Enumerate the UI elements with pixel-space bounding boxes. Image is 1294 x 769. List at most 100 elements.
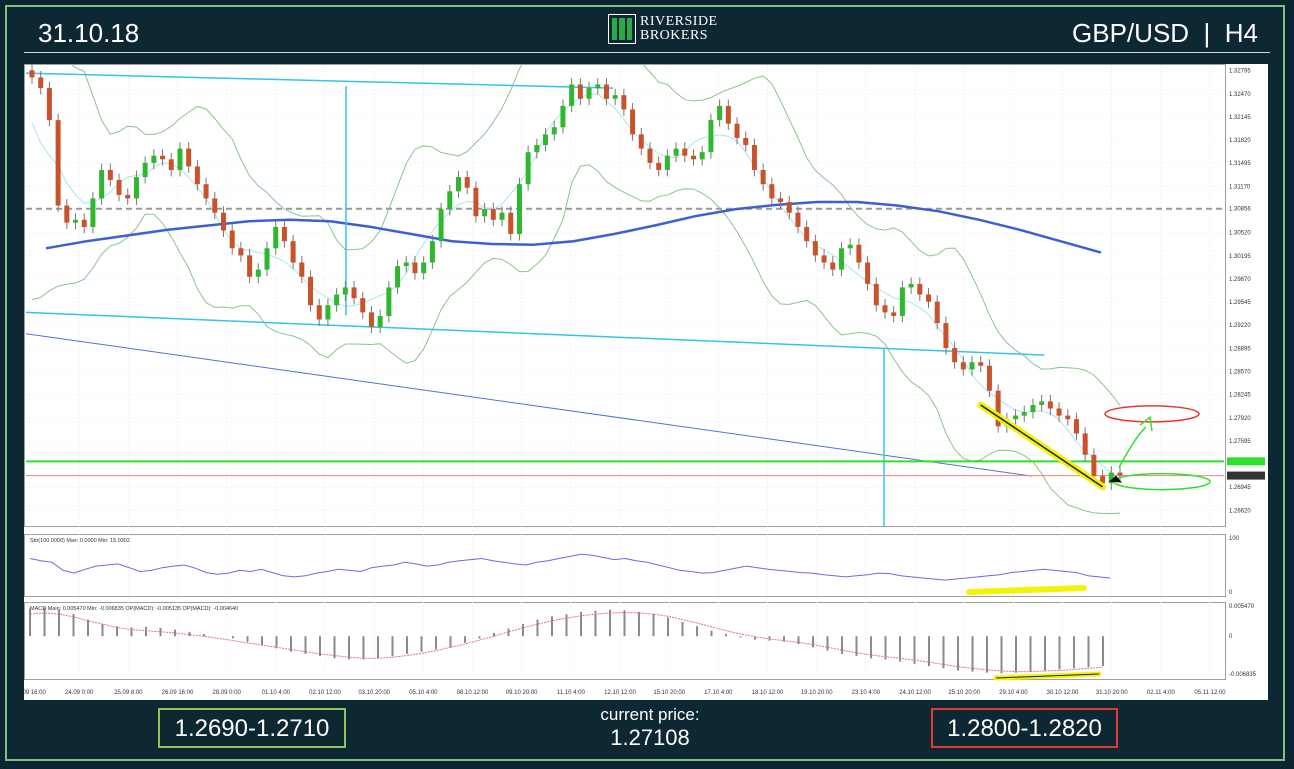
candle-body bbox=[142, 162, 148, 178]
chart-panel: 20.09 16:00 24.09 0:00 25.09 8:00 26.09 16:… bbox=[24, 64, 1268, 700]
candle-body bbox=[1047, 401, 1053, 409]
x-tick-label: 15.10 20:00 bbox=[653, 690, 685, 696]
candle-body bbox=[81, 219, 87, 227]
forecast-arrowhead bbox=[1139, 415, 1153, 432]
x-tick-label: 09.10 20:00 bbox=[506, 690, 538, 696]
candle-body bbox=[499, 212, 505, 220]
candle-body bbox=[351, 287, 357, 299]
candle-body bbox=[395, 266, 401, 288]
candle-body bbox=[612, 95, 618, 99]
candle-body bbox=[508, 212, 514, 235]
candle-body bbox=[838, 248, 844, 270]
logo-text: RIVERSIDE BROKERS bbox=[640, 15, 718, 43]
long-trendline bbox=[25, 333, 1033, 477]
candle-body bbox=[368, 312, 374, 327]
candle-body bbox=[908, 283, 914, 288]
candle-body bbox=[273, 226, 279, 249]
x-tick-label: 25.09 8:00 bbox=[114, 690, 143, 696]
candle-body bbox=[264, 248, 270, 270]
candle-body bbox=[664, 155, 670, 170]
candle-body bbox=[725, 105, 731, 124]
candle-body bbox=[760, 169, 766, 185]
candle-body bbox=[194, 166, 200, 185]
candle-body bbox=[125, 194, 131, 199]
x-tick-label: 29.10 4:00 bbox=[999, 690, 1028, 696]
candle-body bbox=[212, 198, 218, 213]
candle-body bbox=[281, 226, 287, 242]
x-tick-label: 18.10 12:00 bbox=[752, 690, 784, 696]
stochastic-highlight bbox=[966, 585, 1087, 595]
x-tick-label: 23.10 4:00 bbox=[852, 690, 881, 696]
candle-body bbox=[647, 148, 653, 163]
x-tick-label: 26.09 16:00 bbox=[162, 690, 194, 696]
candle-body bbox=[46, 88, 52, 121]
price-tick-label: 1.28245 bbox=[1229, 393, 1251, 399]
price-tick-label: 1.31170 bbox=[1229, 184, 1251, 190]
candle-body bbox=[55, 120, 61, 206]
candle-body bbox=[403, 262, 409, 267]
logo-line-2: BROKERS bbox=[640, 28, 709, 43]
x-tick-label: 02.11 4:00 bbox=[1147, 690, 1176, 696]
candle-body bbox=[804, 226, 810, 242]
channel-upper-line bbox=[25, 72, 614, 89]
candle-body bbox=[1030, 404, 1036, 413]
candle-body bbox=[1117, 472, 1123, 476]
candle-body bbox=[865, 262, 871, 284]
candle-body bbox=[595, 84, 601, 89]
candle-body bbox=[516, 184, 522, 235]
candle-body bbox=[899, 287, 905, 316]
macd-header: MACD Main: 0.005470 Min: -0.006835 OP(MA… bbox=[30, 606, 238, 612]
candle-body bbox=[769, 184, 775, 199]
price-tick-label: 1.27595 bbox=[1229, 439, 1251, 445]
candle-body bbox=[203, 184, 209, 199]
candle-body bbox=[830, 262, 836, 270]
candle-body bbox=[168, 159, 174, 170]
main-panel-border bbox=[24, 64, 1226, 527]
candle-body bbox=[630, 109, 636, 135]
candle-body bbox=[960, 362, 966, 370]
x-tick-label: 24.09 0:00 bbox=[65, 690, 94, 696]
price-tick-label: 1.28570 bbox=[1229, 369, 1251, 375]
price-tick-label: 1.28895 bbox=[1229, 346, 1251, 352]
candle-body bbox=[490, 209, 496, 220]
candle-body bbox=[73, 219, 79, 223]
candle-body bbox=[447, 191, 453, 210]
slow-ma-line bbox=[45, 200, 1102, 254]
x-tick-label: 01.10 4:00 bbox=[262, 690, 291, 696]
x-tick-label: 17.10 4:00 bbox=[704, 690, 733, 696]
current-price-value: 1.27108 bbox=[610, 725, 690, 750]
x-tick-label: 19.10 20:00 bbox=[801, 690, 833, 696]
candle-body bbox=[177, 148, 183, 170]
candle-body bbox=[1082, 433, 1088, 455]
x-tick-label: 30.10 12:00 bbox=[1047, 690, 1079, 696]
price-tick-label: 1.30856 bbox=[1229, 207, 1251, 213]
price-tick-label: 1.26945 bbox=[1229, 485, 1251, 491]
symbol: GBP/USD bbox=[1072, 18, 1190, 48]
x-tick-label: 11.10 4:00 bbox=[557, 690, 586, 696]
x-tick-label: 03.10 20:00 bbox=[358, 690, 390, 696]
candle-body bbox=[160, 155, 166, 160]
candle-body bbox=[334, 294, 340, 306]
candle-body bbox=[386, 287, 392, 316]
logo-line-1: RIVERSIDE bbox=[640, 14, 718, 29]
resistance-range-box: 1.2800-1.2820 bbox=[931, 708, 1118, 748]
candle-body bbox=[99, 169, 105, 199]
candle-body bbox=[1091, 454, 1097, 477]
price-tick-label: 1.29220 bbox=[1229, 323, 1251, 329]
candle-body bbox=[560, 105, 566, 128]
candle-body bbox=[429, 241, 435, 263]
candle-body bbox=[856, 244, 862, 263]
stochastic-header: Sto(100.0000) Max: 0.0000 Min: 15.0302 bbox=[30, 538, 130, 544]
macd-tick: 0.005470 bbox=[1229, 604, 1255, 610]
candle-body bbox=[482, 209, 488, 217]
x-tick-label: 20.09 16:00 bbox=[24, 690, 47, 696]
candle-body bbox=[673, 148, 679, 156]
stochastic-line bbox=[29, 553, 1111, 581]
current-price-tag bbox=[1227, 471, 1265, 480]
candle-body bbox=[64, 205, 70, 223]
candle-body bbox=[778, 198, 784, 203]
candle-body bbox=[621, 95, 627, 110]
x-tick-label: 28.09 0:00 bbox=[212, 690, 241, 696]
candle-body bbox=[299, 262, 305, 277]
price-tick-label: 1.31820 bbox=[1229, 138, 1251, 144]
